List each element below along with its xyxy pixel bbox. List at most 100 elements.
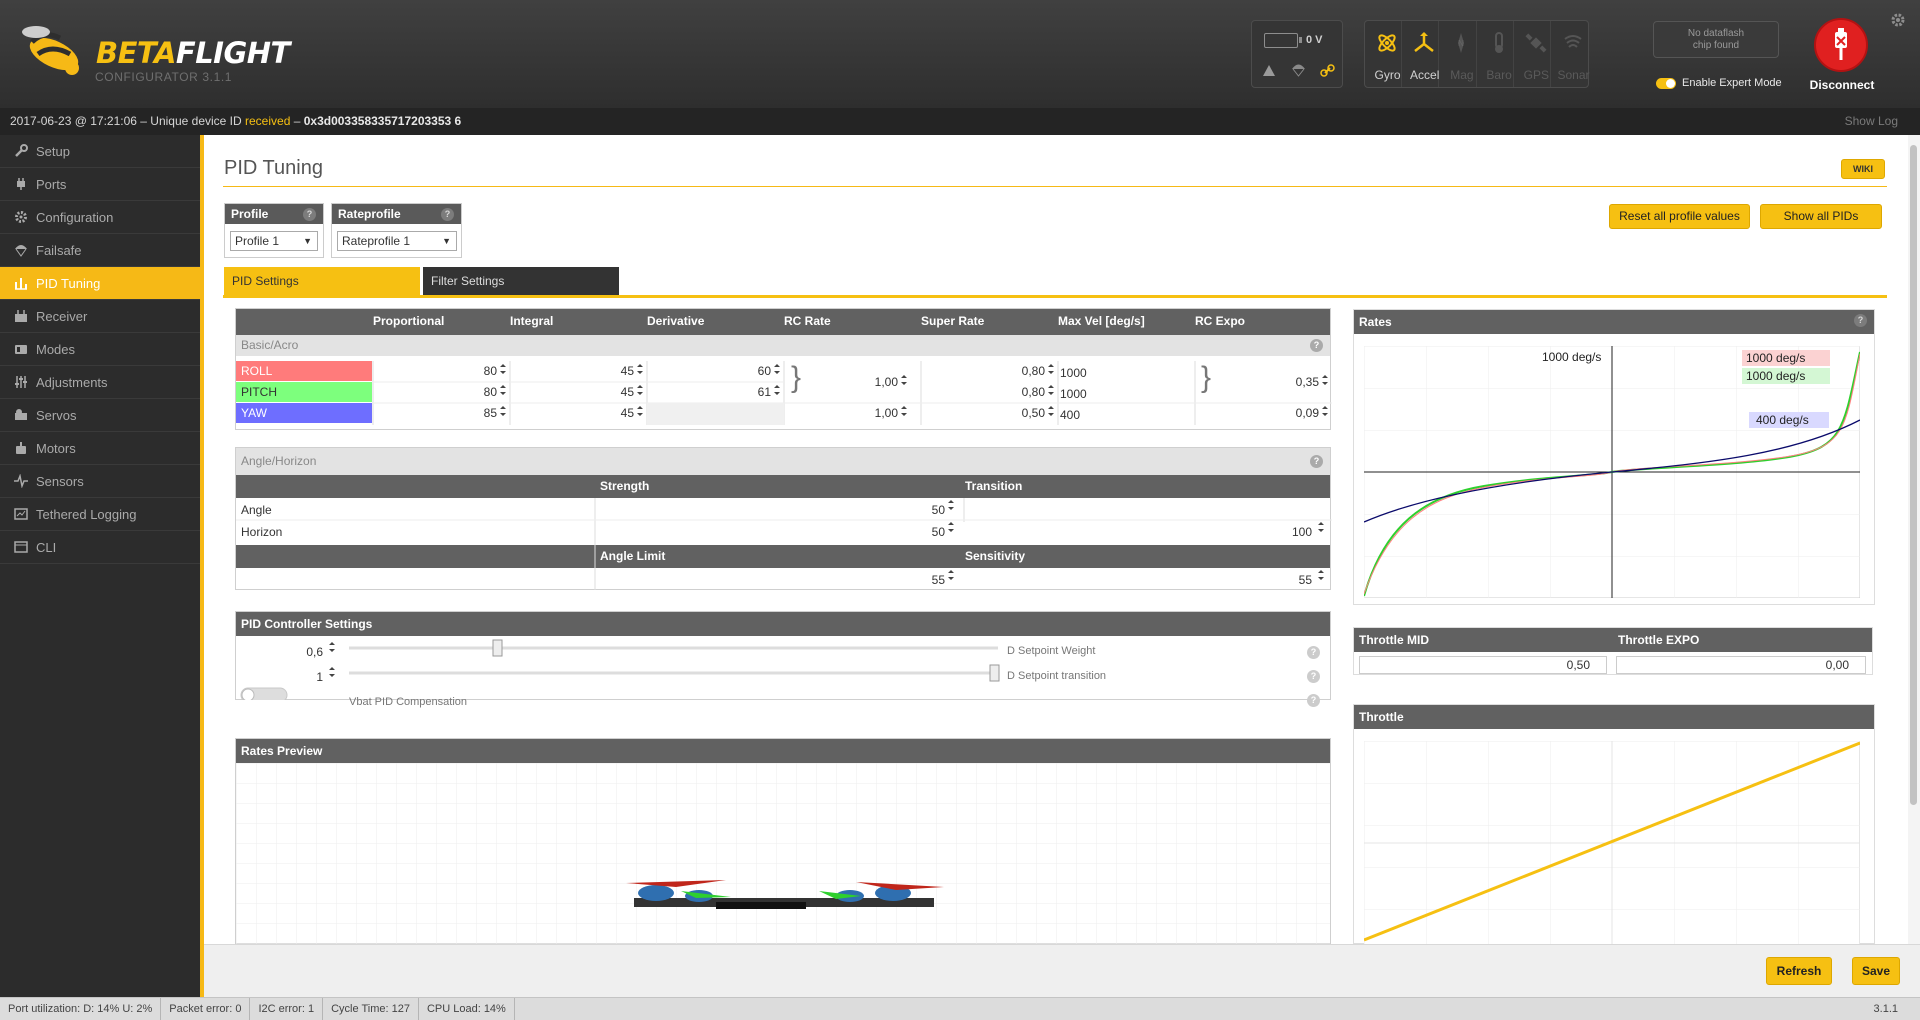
bottom-action-bar: Refresh Save [204,944,1920,997]
throttle-mid-input[interactable]: 0,50 [1359,656,1607,674]
sidebar-item-ports[interactable]: Ports [0,168,200,201]
sidebar-item-adjustments[interactable]: Adjustments [0,366,200,399]
battery-voltage: 0 V [1306,34,1323,46]
failsafe-parachute-icon [1289,61,1307,79]
pid-controller-panel: PID Controller Settings 0,6 1 D Setpoint… [235,611,1332,708]
help-icon[interactable]: ? [1310,339,1323,352]
rates-preview-header: Rates Preview [236,739,1330,763]
sidebar-item-servos[interactable]: Servos [0,399,200,432]
dataflash-status: No dataflash chip found [1653,21,1779,58]
expert-mode-label: Enable Expert Mode [1682,77,1782,89]
help-icon[interactable]: ? [1307,694,1320,707]
rates-preview-panel: Rates Preview [235,738,1331,944]
sidebar-item-motors[interactable]: Motors [0,432,200,465]
log-icon [14,507,28,521]
help-icon[interactable]: ? [1854,314,1867,327]
basic-acro-subheader: Basic/Acro? [236,335,1330,356]
angle-strength-header: Strength Transition [236,475,1330,498]
expert-mode-toggle[interactable]: Enable Expert Mode [1656,77,1782,89]
help-icon[interactable]: ? [1310,455,1323,468]
help-icon[interactable]: ? [303,208,316,221]
log-timestamp: 2017-06-23 @ 17:21:06 [10,114,137,128]
sensor-status-panel: Gyro Accel N Mag Baro GPS Sonar [1364,20,1590,88]
dropdown-arrow-icon: ▼ [442,236,451,246]
scrollbar-thumb[interactable] [1910,145,1917,805]
d-setpoint-weight-label: D Setpoint Weight [1007,645,1096,657]
rateprofile-select[interactable]: Rateprofile 1 ▼ [337,231,457,251]
warning-icon [1260,61,1278,79]
sidebar-item-configuration[interactable]: Configuration [0,201,200,234]
plug-icon [14,177,28,191]
pitch-rate-label: 1000 deg/s [1746,369,1805,383]
throttle-curve-chart [1364,741,1860,944]
show-all-pids-button[interactable]: Show all PIDs [1760,204,1882,229]
pid-controller-header: PID Controller Settings [236,612,1330,636]
rateprofile-header: Rateprofile? [332,204,461,224]
settings-gear-icon[interactable] [1890,12,1906,28]
title-underline [223,186,1887,187]
log-prefix: – Unique device ID [136,114,246,128]
reset-profile-button[interactable]: Reset all profile values [1609,204,1750,229]
bee-logo-icon [22,26,79,75]
throttle-expo-input[interactable]: 0,00 [1616,656,1866,674]
sensor-accel: Accel [1402,21,1440,87]
sidebar-item-cli[interactable]: CLI [0,531,200,564]
sidebar-item-pid-tuning[interactable]: PID Tuning [0,267,200,300]
wrench-icon [14,144,28,158]
tab-underline [223,295,1887,298]
rates-header: Rates? [1354,310,1874,334]
status-footer: Port utilization: D: 14% U: 2% Packet er… [0,997,1920,1020]
save-button[interactable]: Save [1852,957,1900,985]
sidebar-item-setup[interactable]: Setup [0,135,200,168]
tab-pid-settings[interactable]: PID Settings [224,267,420,296]
expert-mode-switch[interactable] [1656,77,1676,89]
refresh-button[interactable]: Refresh [1766,957,1832,985]
content-scrollbar[interactable] [1908,135,1920,944]
d-setpoint-transition-label: D Setpoint transition [1007,670,1107,682]
yaw-rate-label: 400 deg/s [1756,413,1809,427]
throttle-panel: Throttle [1353,704,1875,944]
pid-tuning-content: PID Tuning WIKI Profile? Profile 1 ▼ Rate… [204,135,1908,944]
disconnect-button[interactable] [1814,18,1868,72]
baro-icon [1494,32,1503,53]
tab-filter-settings[interactable]: Filter Settings [423,267,619,296]
log-bar: 2017-06-23 @ 17:21:06 – Unique device ID… [0,108,1920,135]
angle-horizon-subheader: Angle/Horizon? [236,448,1330,475]
angle-grid-lines [236,498,1332,590]
sliders-icon [14,276,28,290]
rateprofile-box: Rateprofile? Rateprofile 1 ▼ [331,203,462,258]
sensor-gyro: Gyro [1365,21,1403,87]
sidebar-item-sensors[interactable]: Sensors [0,465,200,498]
sidebar-item-failsafe[interactable]: Failsafe [0,234,200,267]
spinner-arrows[interactable] [236,361,1332,425]
sidebar-item-tethered-logging[interactable]: Tethered Logging [0,498,200,531]
version-label: 3.1.1 [1873,1003,1898,1015]
help-icon[interactable]: ? [1307,646,1320,659]
sidebar-item-modes[interactable]: Modes [0,333,200,366]
profile-box: Profile? Profile 1 ▼ [224,203,324,258]
profile-select[interactable]: Profile 1 ▼ [230,231,318,251]
wiki-button[interactable]: WIKI [1841,159,1885,179]
gps-icon [1525,33,1547,53]
show-log-link[interactable]: Show Log [1845,108,1898,135]
sensor-sonar: Sonar [1551,21,1590,87]
app-version-subtitle: CONFIGURATOR 3.1.1 [95,70,233,84]
help-icon[interactable]: ? [1307,670,1320,683]
sidebar-item-receiver[interactable]: Receiver [0,300,200,333]
rates-panel: Rates? 1000 deg/s 1000 deg/s 1000 deg/s … [1353,309,1875,605]
controller-sliders[interactable] [236,636,1332,700]
rates-preview-canvas [236,763,1330,944]
terminal-icon [14,540,28,554]
link-icon [1318,61,1336,79]
pulse-icon [14,473,28,489]
help-icon[interactable]: ? [441,208,454,221]
disconnect-label[interactable]: Disconnect [1800,78,1884,92]
svg-text:N: N [1459,39,1465,48]
i2c-error: I2C error: 1 [250,998,324,1020]
roll-rate-label: 1000 deg/s [1746,351,1805,365]
throttle-settings-panel: Throttle MID Throttle EXPO 0,50 0,00 [1353,627,1873,675]
mag-icon: N [1458,33,1465,53]
modes-icon [14,342,28,356]
device-id: 0x3d003358335717203353 6 [303,114,462,128]
parachute-icon [14,243,28,257]
